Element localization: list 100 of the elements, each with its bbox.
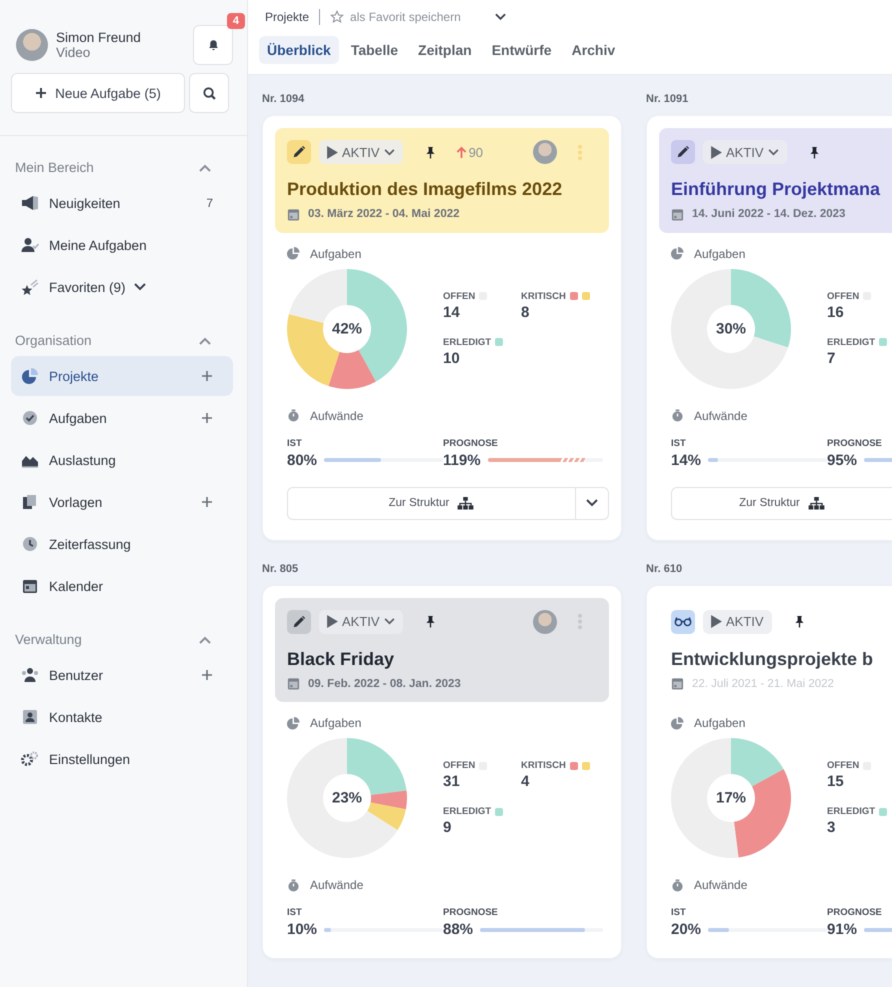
metric-label: IST xyxy=(671,438,686,448)
stopwatch-icon xyxy=(287,409,300,422)
calendar-icon xyxy=(21,578,39,594)
edit-button[interactable] xyxy=(287,140,311,164)
project-title[interactable]: Einführung Projektmana xyxy=(671,178,880,200)
nav-item[interactable]: Einstellungen xyxy=(11,739,233,779)
glasses-icon xyxy=(674,616,692,627)
metric-value: 88% xyxy=(443,921,474,938)
calendar-icon xyxy=(287,677,300,690)
nav-item[interactable]: Kalender xyxy=(11,566,233,606)
pencil-icon xyxy=(292,614,306,628)
nav-item[interactable]: Zeiterfassung xyxy=(11,524,233,564)
arrow-up-icon xyxy=(456,146,467,158)
star-icon[interactable] xyxy=(330,10,344,24)
metric-label: IST xyxy=(287,438,302,448)
contact-icon xyxy=(21,709,39,725)
legend-label: ERLEDIGT xyxy=(443,806,492,817)
pencil-icon xyxy=(676,145,690,159)
play-icon xyxy=(711,146,722,158)
project-number: Nr. 1094 xyxy=(262,93,306,105)
project-number: Nr. 805 xyxy=(262,562,300,574)
nav-item[interactable]: Meine Aufgaben xyxy=(11,225,233,265)
structure-button[interactable]: Zur Struktur xyxy=(287,486,576,520)
view-button[interactable] xyxy=(671,610,695,634)
pin-icon[interactable] xyxy=(808,146,820,158)
add-icon[interactable] xyxy=(201,669,213,681)
nav-item[interactable]: Favoriten (9) xyxy=(11,267,233,307)
structure-button[interactable]: Zur Struktur xyxy=(671,486,892,520)
legend-label: KRITISCH xyxy=(521,760,566,771)
metric-value: 91% xyxy=(827,921,858,938)
notifications-button[interactable] xyxy=(193,25,233,65)
legend-value: 10 xyxy=(443,350,461,366)
nav-item[interactable]: Neuigkeiten 7 xyxy=(11,183,233,223)
hierarchy-icon xyxy=(808,496,825,510)
check-icon xyxy=(21,410,39,426)
completion-percent: 30% xyxy=(716,320,746,337)
new-task-button[interactable]: Neue Aufgabe (5) xyxy=(11,73,185,113)
chevron-down-icon xyxy=(768,148,779,156)
legend-value: 16 xyxy=(827,304,845,320)
legend-value: 15 xyxy=(827,773,845,790)
add-icon[interactable] xyxy=(201,496,213,508)
legend-label: KRITISCH xyxy=(521,290,566,302)
metric-value: 14% xyxy=(671,452,702,468)
collapse-chevron-icon[interactable] xyxy=(199,636,211,644)
view-tab[interactable]: Überblick xyxy=(259,36,339,64)
collapse-chevron-icon[interactable] xyxy=(199,164,211,172)
metric-value: 10% xyxy=(287,921,318,938)
nav-item[interactable]: Kontakte xyxy=(11,697,233,737)
metric-value: 80% xyxy=(287,452,318,468)
pin-icon[interactable] xyxy=(424,146,436,158)
legend-value: 31 xyxy=(443,773,461,790)
pie-chart-icon xyxy=(671,247,684,260)
search-button[interactable] xyxy=(189,73,229,113)
overrun-hatch xyxy=(559,458,585,462)
pin-icon[interactable] xyxy=(424,615,436,628)
chevron-down-icon[interactable] xyxy=(494,13,506,21)
date-range: 14. Juni 2022 - 14. Dez. 2023 xyxy=(692,208,846,220)
megaphone-icon xyxy=(21,195,39,211)
pin-icon[interactable] xyxy=(794,615,805,628)
stopwatch-icon xyxy=(287,878,300,892)
status-dropdown[interactable]: AKTIV xyxy=(319,140,403,164)
legend-value: 4 xyxy=(521,773,530,790)
calendar-icon xyxy=(671,677,684,690)
nav-item[interactable]: Vorlagen xyxy=(11,482,233,522)
project-title[interactable]: Black Friday xyxy=(287,648,394,670)
bell-icon xyxy=(206,38,220,52)
view-tab[interactable]: Tabelle xyxy=(342,36,406,64)
calendar-icon xyxy=(287,208,300,220)
stopwatch-icon xyxy=(671,878,684,892)
breadcrumb-title[interactable]: Projekte xyxy=(265,10,310,24)
nav-item[interactable]: Aufgaben xyxy=(11,398,233,438)
section-label: Aufwände xyxy=(310,408,364,422)
view-tab[interactable]: Archiv xyxy=(564,36,624,64)
nav-item[interactable]: Auslastung xyxy=(11,440,233,480)
status-dropdown[interactable]: AKTIV xyxy=(703,140,787,164)
section-label: Aufgaben xyxy=(694,246,746,260)
project-number: Nr. 610 xyxy=(646,562,684,574)
edit-button[interactable] xyxy=(671,140,695,164)
project-title[interactable]: Entwicklungsprojekte b xyxy=(671,648,874,670)
status-dropdown[interactable]: AKTIV xyxy=(703,610,772,634)
collapse-chevron-icon[interactable] xyxy=(199,336,211,344)
edit-button[interactable] xyxy=(287,610,311,634)
date-range: 09. Feb. 2022 - 08. Jan. 2023 xyxy=(308,678,461,690)
view-tab[interactable]: Entwürfe xyxy=(484,36,560,64)
date-range: 22. Juli 2021 - 21. Mai 2022 xyxy=(692,678,834,690)
play-icon xyxy=(327,146,338,158)
item-count: 7 xyxy=(206,196,213,210)
nav-item[interactable]: Projekte xyxy=(11,356,233,396)
nav-item[interactable]: Benutzer xyxy=(11,655,233,695)
structure-dropdown-button[interactable] xyxy=(576,486,609,520)
add-icon[interactable] xyxy=(201,370,213,382)
status-dropdown[interactable]: AKTIV xyxy=(319,610,403,634)
metric-value: 95% xyxy=(827,452,858,468)
add-icon[interactable] xyxy=(201,412,213,424)
view-tab[interactable]: Zeitplan xyxy=(410,36,480,64)
legend-value: 8 xyxy=(521,304,530,320)
section-title: Verwaltung xyxy=(15,632,82,647)
play-icon xyxy=(327,615,338,628)
metric-label: PROGNOSE xyxy=(443,907,498,918)
project-title[interactable]: Produktion des Imagefilms 2022 xyxy=(287,178,562,200)
